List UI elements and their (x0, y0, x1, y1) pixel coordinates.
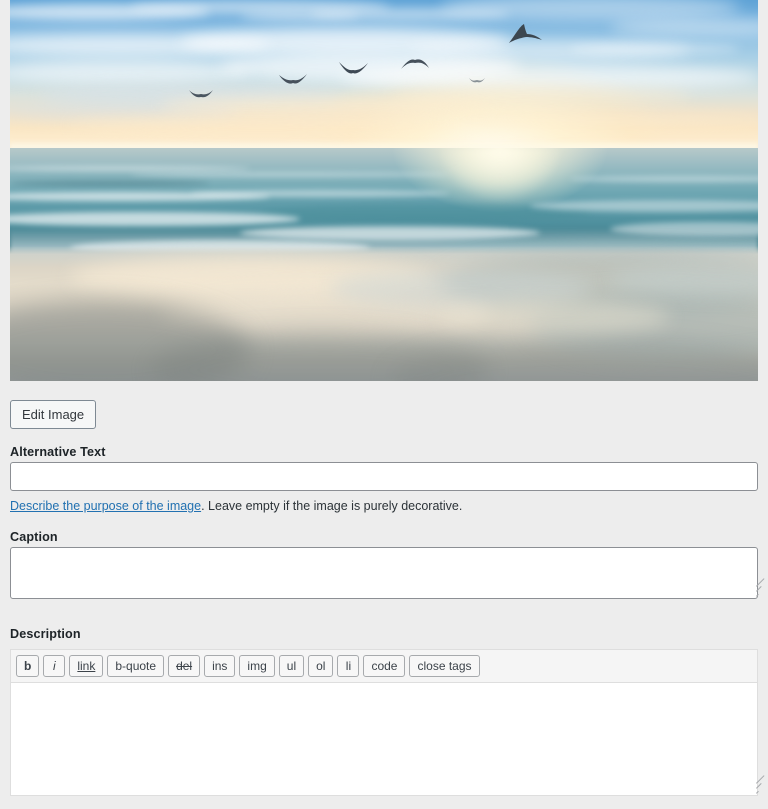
beach-sunset-photo (10, 0, 758, 381)
quicktag-del-button[interactable]: del (168, 655, 201, 677)
alt-text-input[interactable] (10, 462, 758, 491)
quicktag-li-button[interactable]: li (337, 655, 360, 677)
seagull-icon (337, 60, 369, 78)
seagull-icon (400, 57, 430, 72)
attachment-image-preview[interactable] (10, 0, 758, 381)
quicktag-ul-button[interactable]: ul (278, 655, 305, 677)
edit-image-button[interactable]: Edit Image (10, 400, 97, 429)
media-attachment-details-panel: Edit Image Alternative Text Describe the… (0, 0, 768, 809)
quicktag-close-tags-button[interactable]: close tags (409, 655, 480, 677)
seagull-icon (278, 72, 308, 88)
alt-text-help: Describe the purpose of the image. Leave… (10, 497, 462, 516)
seagull-icon (468, 76, 486, 85)
description-textarea[interactable] (10, 682, 758, 796)
seagull-icon (188, 88, 214, 101)
quicktag-code-button[interactable]: code (363, 655, 406, 677)
quicktag-img-button[interactable]: img (239, 655, 275, 677)
quicktag-ins-button[interactable]: ins (204, 655, 236, 677)
quicktag-link-button[interactable]: link (69, 655, 104, 677)
seagull-icon (507, 23, 543, 45)
quicktag-blockquote-button[interactable]: b-quote (107, 655, 165, 677)
quicktags-toolbar: b i link b-quote del ins img ul ol li co… (10, 649, 758, 682)
alt-help-rest: . Leave empty if the image is purely dec… (201, 499, 463, 513)
alt-text-label: Alternative Text (10, 445, 106, 459)
describe-purpose-link[interactable]: Describe the purpose of the image (10, 499, 201, 513)
quicktag-bold-button[interactable]: b (16, 655, 40, 677)
description-label: Description (10, 627, 81, 641)
caption-label: Caption (10, 530, 58, 544)
quicktag-italic-button[interactable]: i (43, 655, 66, 677)
quicktag-ol-button[interactable]: ol (308, 655, 334, 677)
caption-textarea[interactable] (10, 547, 758, 599)
